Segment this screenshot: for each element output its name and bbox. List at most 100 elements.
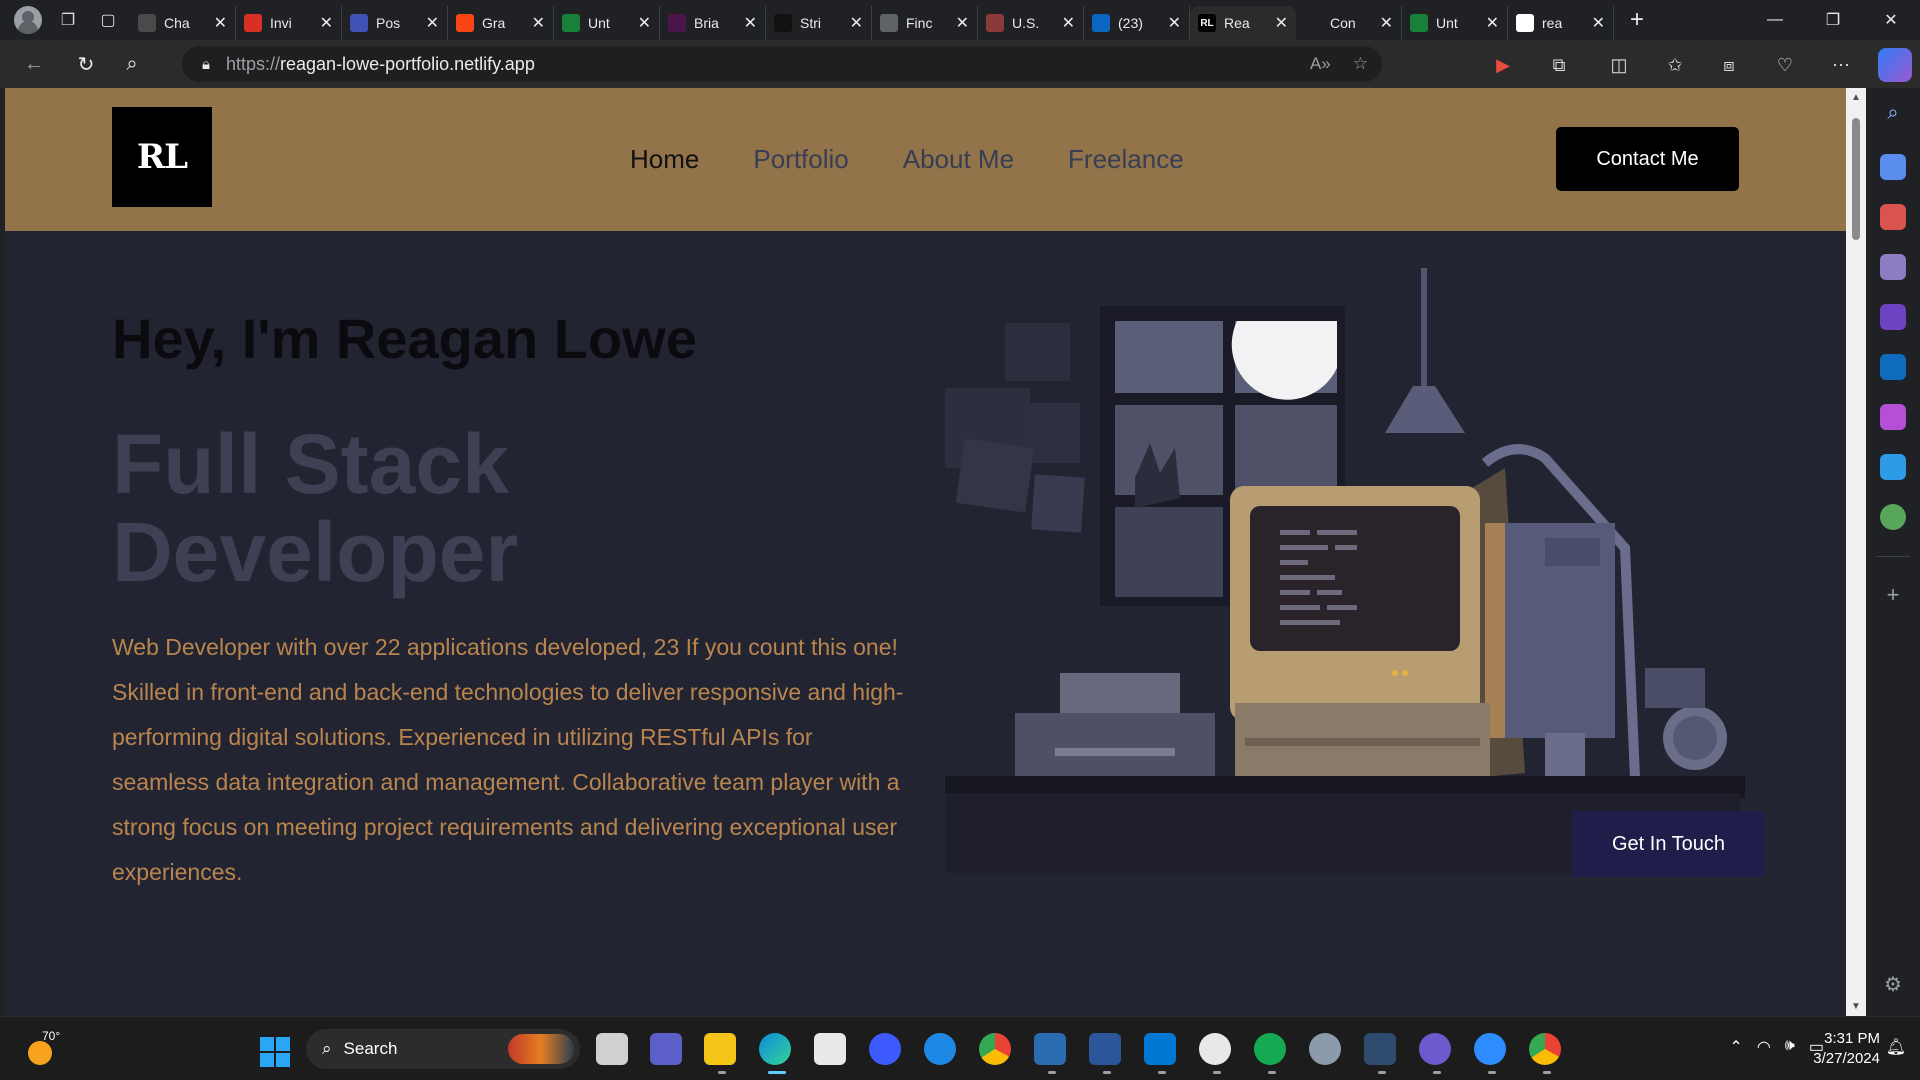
sidebar-search-icon[interactable]: ⌕: [1880, 102, 1906, 128]
browser-tab[interactable]: (23) ✕: [1084, 6, 1190, 40]
taskbar-search[interactable]: ⌕ Search: [306, 1029, 580, 1069]
sidebar-shopping-icon[interactable]: [1880, 154, 1906, 180]
word-icon[interactable]: [1089, 1033, 1121, 1065]
task-view-icon[interactable]: [596, 1033, 628, 1065]
favorites-icon[interactable]: ✩: [1660, 50, 1690, 80]
browser-tab[interactable]: RL Rea ✕: [1190, 6, 1296, 40]
sidebar-copilot-icon[interactable]: [1880, 304, 1906, 330]
get-in-touch-button[interactable]: Get In Touch: [1572, 811, 1765, 877]
volume-icon[interactable]: 🕪︎: [1785, 1037, 1795, 1057]
browser-tab[interactable]: rea ✕: [1508, 6, 1614, 40]
browser-tab[interactable]: Invi ✕: [236, 6, 342, 40]
copilot-icon[interactable]: [1878, 48, 1912, 82]
sidebar-designer-icon[interactable]: [1880, 404, 1906, 430]
teams-icon[interactable]: [650, 1033, 682, 1065]
browser-tab[interactable]: Stri ✕: [766, 6, 872, 40]
wifi-icon[interactable]: ◠: [1757, 1037, 1771, 1057]
scroll-up-arrow[interactable]: ▲: [1851, 92, 1861, 103]
settings-icon[interactable]: [1309, 1033, 1341, 1065]
refresh-button[interactable]: ↻: [66, 46, 106, 82]
zoom-icon[interactable]: [1474, 1033, 1506, 1065]
nav-about-me[interactable]: About Me: [903, 144, 1014, 175]
nav-freelance[interactable]: Freelance: [1068, 144, 1184, 175]
nav-home[interactable]: Home: [630, 144, 699, 175]
taskbar-clock[interactable]: 3:31 PM 3/27/2024: [1813, 1029, 1880, 1069]
sidebar-settings-icon[interactable]: ⚙: [1880, 972, 1906, 997]
github-desktop-icon[interactable]: [1199, 1033, 1231, 1065]
chevron-up-icon[interactable]: ⌃: [1729, 1037, 1742, 1057]
browser-tab[interactable]: Unt ✕: [554, 6, 660, 40]
chrome-dev-icon[interactable]: [979, 1033, 1011, 1065]
edge-icon[interactable]: [759, 1033, 791, 1065]
sidebar-games-icon[interactable]: [1880, 254, 1906, 280]
browser-tab[interactable]: Bria ✕: [660, 6, 766, 40]
tab-close-icon[interactable]: ✕: [1486, 13, 1499, 33]
browser-tab[interactable]: Gra ✕: [448, 6, 554, 40]
scroll-down-arrow[interactable]: ▼: [1851, 1001, 1861, 1012]
tab-actions-icon[interactable]: ▢: [94, 6, 122, 34]
collections-icon[interactable]: ⧈: [1714, 50, 1744, 80]
page-scrollbar[interactable]: ▲ ▼: [1846, 88, 1866, 1016]
search-icon: ⌕: [322, 1039, 332, 1058]
app-icon-blue[interactable]: [869, 1033, 901, 1065]
close-window-button[interactable]: ✕: [1862, 0, 1920, 40]
tab-close-icon[interactable]: ✕: [638, 13, 651, 33]
notifications-icon[interactable]: 🔔︎: [1886, 1037, 1906, 1057]
tab-close-icon[interactable]: ✕: [532, 13, 545, 33]
tab-close-icon[interactable]: ✕: [320, 13, 333, 33]
workspaces-icon[interactable]: ❐: [54, 6, 82, 34]
extension-red-icon[interactable]: ▶: [1488, 50, 1518, 80]
tab-close-icon[interactable]: ✕: [1168, 13, 1181, 33]
browser-essentials-icon[interactable]: ♡: [1770, 50, 1800, 80]
sync-icon[interactable]: [924, 1033, 956, 1065]
tab-close-icon[interactable]: ✕: [744, 13, 757, 33]
tab-close-icon[interactable]: ✕: [1380, 13, 1393, 33]
weather-widget[interactable]: 70°: [26, 1029, 60, 1067]
extensions-icon[interactable]: ⧉: [1544, 50, 1574, 80]
browser-tab[interactable]: Pos ✕: [342, 6, 448, 40]
tab-close-icon[interactable]: ✕: [426, 13, 439, 33]
settings-more-icon[interactable]: ⋯: [1826, 50, 1856, 80]
notepad-icon[interactable]: [1034, 1033, 1066, 1065]
search-icon[interactable]: ⌕: [112, 46, 152, 82]
site-logo[interactable]: RL: [112, 107, 212, 207]
store-icon[interactable]: [814, 1033, 846, 1065]
app-icon-purple[interactable]: [1419, 1033, 1451, 1065]
sidebar-add-icon[interactable]: +: [1880, 582, 1906, 608]
url-input[interactable]: 🔒︎ https://reagan-lowe-portfolio.netlify…: [182, 46, 1382, 82]
minimize-button[interactable]: —: [1746, 0, 1804, 40]
sidebar-tree-icon[interactable]: [1880, 504, 1906, 530]
browser-tab[interactable]: Unt ✕: [1402, 6, 1508, 40]
browser-tab[interactable]: Cha ✕: [130, 6, 236, 40]
sidebar-send-icon[interactable]: [1880, 454, 1906, 480]
mongodb-icon[interactable]: [1254, 1033, 1286, 1065]
tab-close-icon[interactable]: ✕: [1592, 13, 1605, 33]
sidebar-tools-icon[interactable]: [1880, 204, 1906, 230]
mysql-workbench-icon[interactable]: [1364, 1033, 1396, 1065]
vscode-icon[interactable]: [1144, 1033, 1176, 1065]
browser-tab[interactable]: Finc ✕: [872, 6, 978, 40]
lock-icon[interactable]: 🔒︎: [202, 56, 210, 73]
start-button[interactable]: [260, 1037, 290, 1067]
tab-close-icon[interactable]: ✕: [956, 13, 969, 33]
tab-close-icon[interactable]: ✕: [1062, 13, 1075, 33]
profile-avatar[interactable]: [14, 6, 42, 34]
favorite-star-icon[interactable]: ☆: [1353, 54, 1368, 74]
new-tab-button[interactable]: +: [1630, 6, 1644, 34]
split-screen-icon[interactable]: ◫: [1604, 50, 1634, 80]
sidebar-outlook-icon[interactable]: [1880, 354, 1906, 380]
nav-portfolio[interactable]: Portfolio: [753, 144, 848, 175]
read-aloud-icon[interactable]: A»: [1310, 54, 1331, 74]
tab-close-icon[interactable]: ✕: [1275, 13, 1288, 33]
tab-close-icon[interactable]: ✕: [850, 13, 863, 33]
restore-button[interactable]: ❐: [1804, 0, 1862, 40]
contact-me-button[interactable]: Contact Me: [1556, 127, 1739, 191]
scroll-thumb[interactable]: [1852, 118, 1860, 240]
active-indicator: [768, 1071, 786, 1074]
back-button[interactable]: ←: [14, 46, 54, 82]
browser-tab[interactable]: Con ✕: [1296, 6, 1402, 40]
file-explorer-icon[interactable]: [704, 1033, 736, 1065]
chrome-icon[interactable]: [1529, 1033, 1561, 1065]
tab-close-icon[interactable]: ✕: [214, 13, 227, 33]
browser-tab[interactable]: U.S. ✕: [978, 6, 1084, 40]
